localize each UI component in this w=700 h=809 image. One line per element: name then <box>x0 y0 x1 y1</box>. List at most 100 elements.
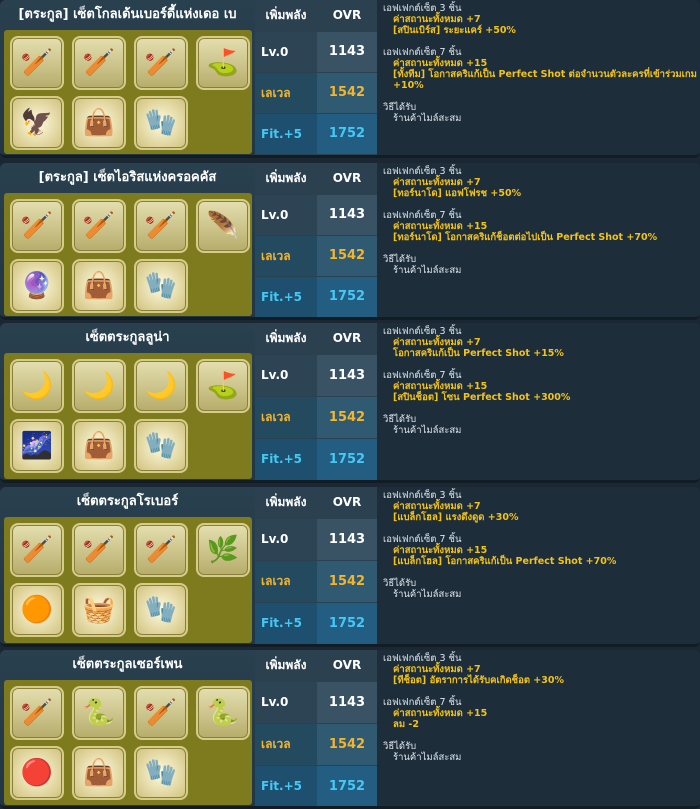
rover-orange-ball-icon[interactable]: 🟠 <box>10 583 64 637</box>
rover-wood-club-icon[interactable]: 🏏 <box>10 523 64 577</box>
item-glyph: 👜 <box>82 431 116 461</box>
source-value: ร้านค้าไมล์สะสม <box>393 589 462 600</box>
serpent-gem-club-icon[interactable]: 🐍 <box>72 686 126 740</box>
iris-crystal-club-icon[interactable]: 🏏 <box>72 199 126 253</box>
set-title: เซ็ตตระกูลเซอร์เพน <box>72 657 183 672</box>
luna-moon-club-icon[interactable]: 🌙 <box>134 359 188 413</box>
golden-wing-club-icon[interactable]: 🏏 <box>10 36 64 90</box>
item-grid: 🏏 🏏 🏏 🪶 🔮 👜 🧤 <box>4 193 252 316</box>
item-glyph: 🧤 <box>144 595 178 625</box>
item-glyph: 🟠 <box>20 595 54 625</box>
iris-putter-icon[interactable]: 🪶 <box>196 199 250 253</box>
stat-row: Fit.+5 1752 <box>255 766 377 806</box>
luna-putter-icon[interactable]: ⛳ <box>196 359 250 413</box>
effect-line: โอกาสคริแก้เป็น Perfect Shot +15% <box>393 348 564 359</box>
stats-panel: เพิ่มพลัง OVR Lv.01143เลเวลสูงสุด1542Fit.+… <box>255 0 377 155</box>
source-value: ร้านค้าไมล์สะสม <box>393 425 462 436</box>
serpent-bag-icon[interactable]: 👜 <box>72 746 126 800</box>
stat-value: 1752 <box>317 766 377 806</box>
serpent-glove-icon[interactable]: 🧤 <box>134 746 188 800</box>
set-title: [ตระกูล] เซ็ตไอริสแห่งครอคคัส <box>38 170 217 185</box>
set-items-panel: เซ็ตตระกูลลูน่า 🌙 🌙 🌙 ⛳ 🌌 👜 🧤 <box>0 323 255 480</box>
item-glyph: 🏏 <box>144 698 178 728</box>
stat-value: 1752 <box>317 114 377 154</box>
effect-line: ค่าสถานะทั้งหมด +15 <box>393 221 488 232</box>
stat-label: เลเวลสูงสุด <box>255 73 317 140</box>
iris-bag-icon[interactable]: 👜 <box>72 259 126 313</box>
stat-row: เลเวลสูงสุด1542 <box>255 236 377 303</box>
stat-value: 1752 <box>317 439 377 480</box>
set-effects: เอฟเฟกต์เซ็ต 3 ชิ้น ค่าสถานะทั้งหมด +7 โอก… <box>377 323 700 480</box>
item-glyph: 🧤 <box>144 271 178 301</box>
item-glyph: 🧤 <box>144 431 178 461</box>
boost-header: เพิ่มพลัง <box>265 171 307 185</box>
rover-bag-icon[interactable]: 🧺 <box>72 583 126 637</box>
item-grid: 🏏 🏏 🏏 ⛳ 🦅 👜 🧤 <box>4 30 252 154</box>
item-grid: 🏏 🐍 🏏 🐍 🔴 👜 🧤 <box>4 680 252 805</box>
effect-gap <box>383 730 700 741</box>
golden-glove-icon[interactable]: 🧤 <box>134 96 188 150</box>
iris-glove-icon[interactable]: 🧤 <box>134 259 188 313</box>
rover-wood-club-icon[interactable]: 🏏 <box>72 523 126 577</box>
item-glyph: 🐍 <box>82 698 116 728</box>
golden-putter-icon[interactable]: ⛳ <box>196 36 250 90</box>
golden-wing-club-icon[interactable]: 🏏 <box>72 36 126 90</box>
golden-wing-club-icon[interactable]: 🏏 <box>134 36 188 90</box>
stat-label: Fit.+5 <box>255 439 317 480</box>
set-items-panel: เซ็ตตระกูลเซอร์เพน 🏏 🐍 🏏 🐍 🔴 👜 🧤 <box>0 650 255 806</box>
source-heading: วิธีได้รับ <box>383 578 417 589</box>
serpent-gem-club-icon[interactable]: 🏏 <box>10 686 64 740</box>
luna-night-ball-icon[interactable]: 🌌 <box>10 419 64 473</box>
stat-label: เลเวลสูงสุด <box>255 561 317 629</box>
effect-gap <box>383 36 700 47</box>
source-heading: วิธีได้รับ <box>383 741 417 752</box>
effect-line: [แบล็กโฮล] โอกาสคริแก้เป็น Perfect Shot … <box>393 556 617 567</box>
serpent-putter-icon[interactable]: 🐍 <box>196 686 250 740</box>
iris-purple-ball-icon[interactable]: 🔮 <box>10 259 64 313</box>
rover-wood-club-icon[interactable]: 🏏 <box>134 523 188 577</box>
serpent-red-ball-icon[interactable]: 🔴 <box>10 746 64 800</box>
stat-label: Fit.+5 <box>255 766 317 806</box>
stats-panel: เพิ่มพลัง OVR Lv.01143เลเวลสูงสุด1542Fit.+… <box>255 487 377 644</box>
iris-crystal-club-icon[interactable]: 🏏 <box>134 199 188 253</box>
stat-value: 1542 <box>317 561 377 602</box>
item-glyph: 🔮 <box>20 271 54 301</box>
item-glyph: 👜 <box>82 758 116 788</box>
stat-label: Lv.0 <box>255 355 317 396</box>
effect-line: [แบล็กโฮล] แรงดึงดูด +30% <box>393 512 519 523</box>
ovr-header: OVR <box>332 8 362 22</box>
golden-bag-icon[interactable]: 👜 <box>72 96 126 150</box>
luna-moon-club-icon[interactable]: 🌙 <box>10 359 64 413</box>
effect-line: ค่าสถานะทั้งหมด +15 <box>393 381 488 392</box>
luna-moon-club-icon[interactable]: 🌙 <box>72 359 126 413</box>
item-glyph: 🏏 <box>82 48 116 78</box>
item-glyph: 🌿 <box>206 535 240 565</box>
effect-line: [ทั้งทีม] โอกาสคริแก้เป็น Perfect Shot ต… <box>393 69 697 91</box>
golden-eagle-ball-icon[interactable]: 🦅 <box>10 96 64 150</box>
iris-crystal-club-icon[interactable]: 🏏 <box>10 199 64 253</box>
set-effects: เอฟเฟกต์เซ็ต 3 ชิ้น ค่าสถานะทั้งหมด +7 [ที… <box>377 650 700 806</box>
stat-row: Fit.+5 1752 <box>255 114 377 154</box>
luna-bag-icon[interactable]: 👜 <box>72 419 126 473</box>
luna-glove-icon[interactable]: 🧤 <box>134 419 188 473</box>
effect-gap <box>383 359 700 370</box>
item-glyph: 🏏 <box>144 535 178 565</box>
item-glyph: 🦅 <box>20 108 54 138</box>
rover-glove-icon[interactable]: 🧤 <box>134 583 188 637</box>
boost-header: เพิ่มพลัง <box>265 495 307 509</box>
stat-row: Fit.+5 1752 <box>255 603 377 644</box>
item-glyph: 🏏 <box>82 535 116 565</box>
item-glyph: 🏏 <box>20 535 54 565</box>
set-title: เซ็ตตระกูลโรเบอร์ <box>76 494 179 509</box>
stat-label: Fit.+5 <box>255 114 317 154</box>
stat-label: เลเวลสูงสุด <box>255 236 317 303</box>
effect-line: [ทีช็อต] อัตราการได้รับคเกิดช็อต +30% <box>393 675 565 686</box>
item-glyph: 🧺 <box>82 595 116 625</box>
effect-gap <box>383 243 700 254</box>
set-effects: เอฟเฟกต์เซ็ต 3 ชิ้น ค่าสถานะทั้งหมด +7 [สป… <box>377 0 700 155</box>
rover-putter-icon[interactable]: 🌿 <box>196 523 250 577</box>
effect-gap <box>383 567 700 578</box>
effect-line: [สปินเบิร์ส] ระยะแคร์ +50% <box>393 25 516 36</box>
stat-value: 1143 <box>317 519 377 560</box>
serpent-gem-club-icon[interactable]: 🏏 <box>134 686 188 740</box>
